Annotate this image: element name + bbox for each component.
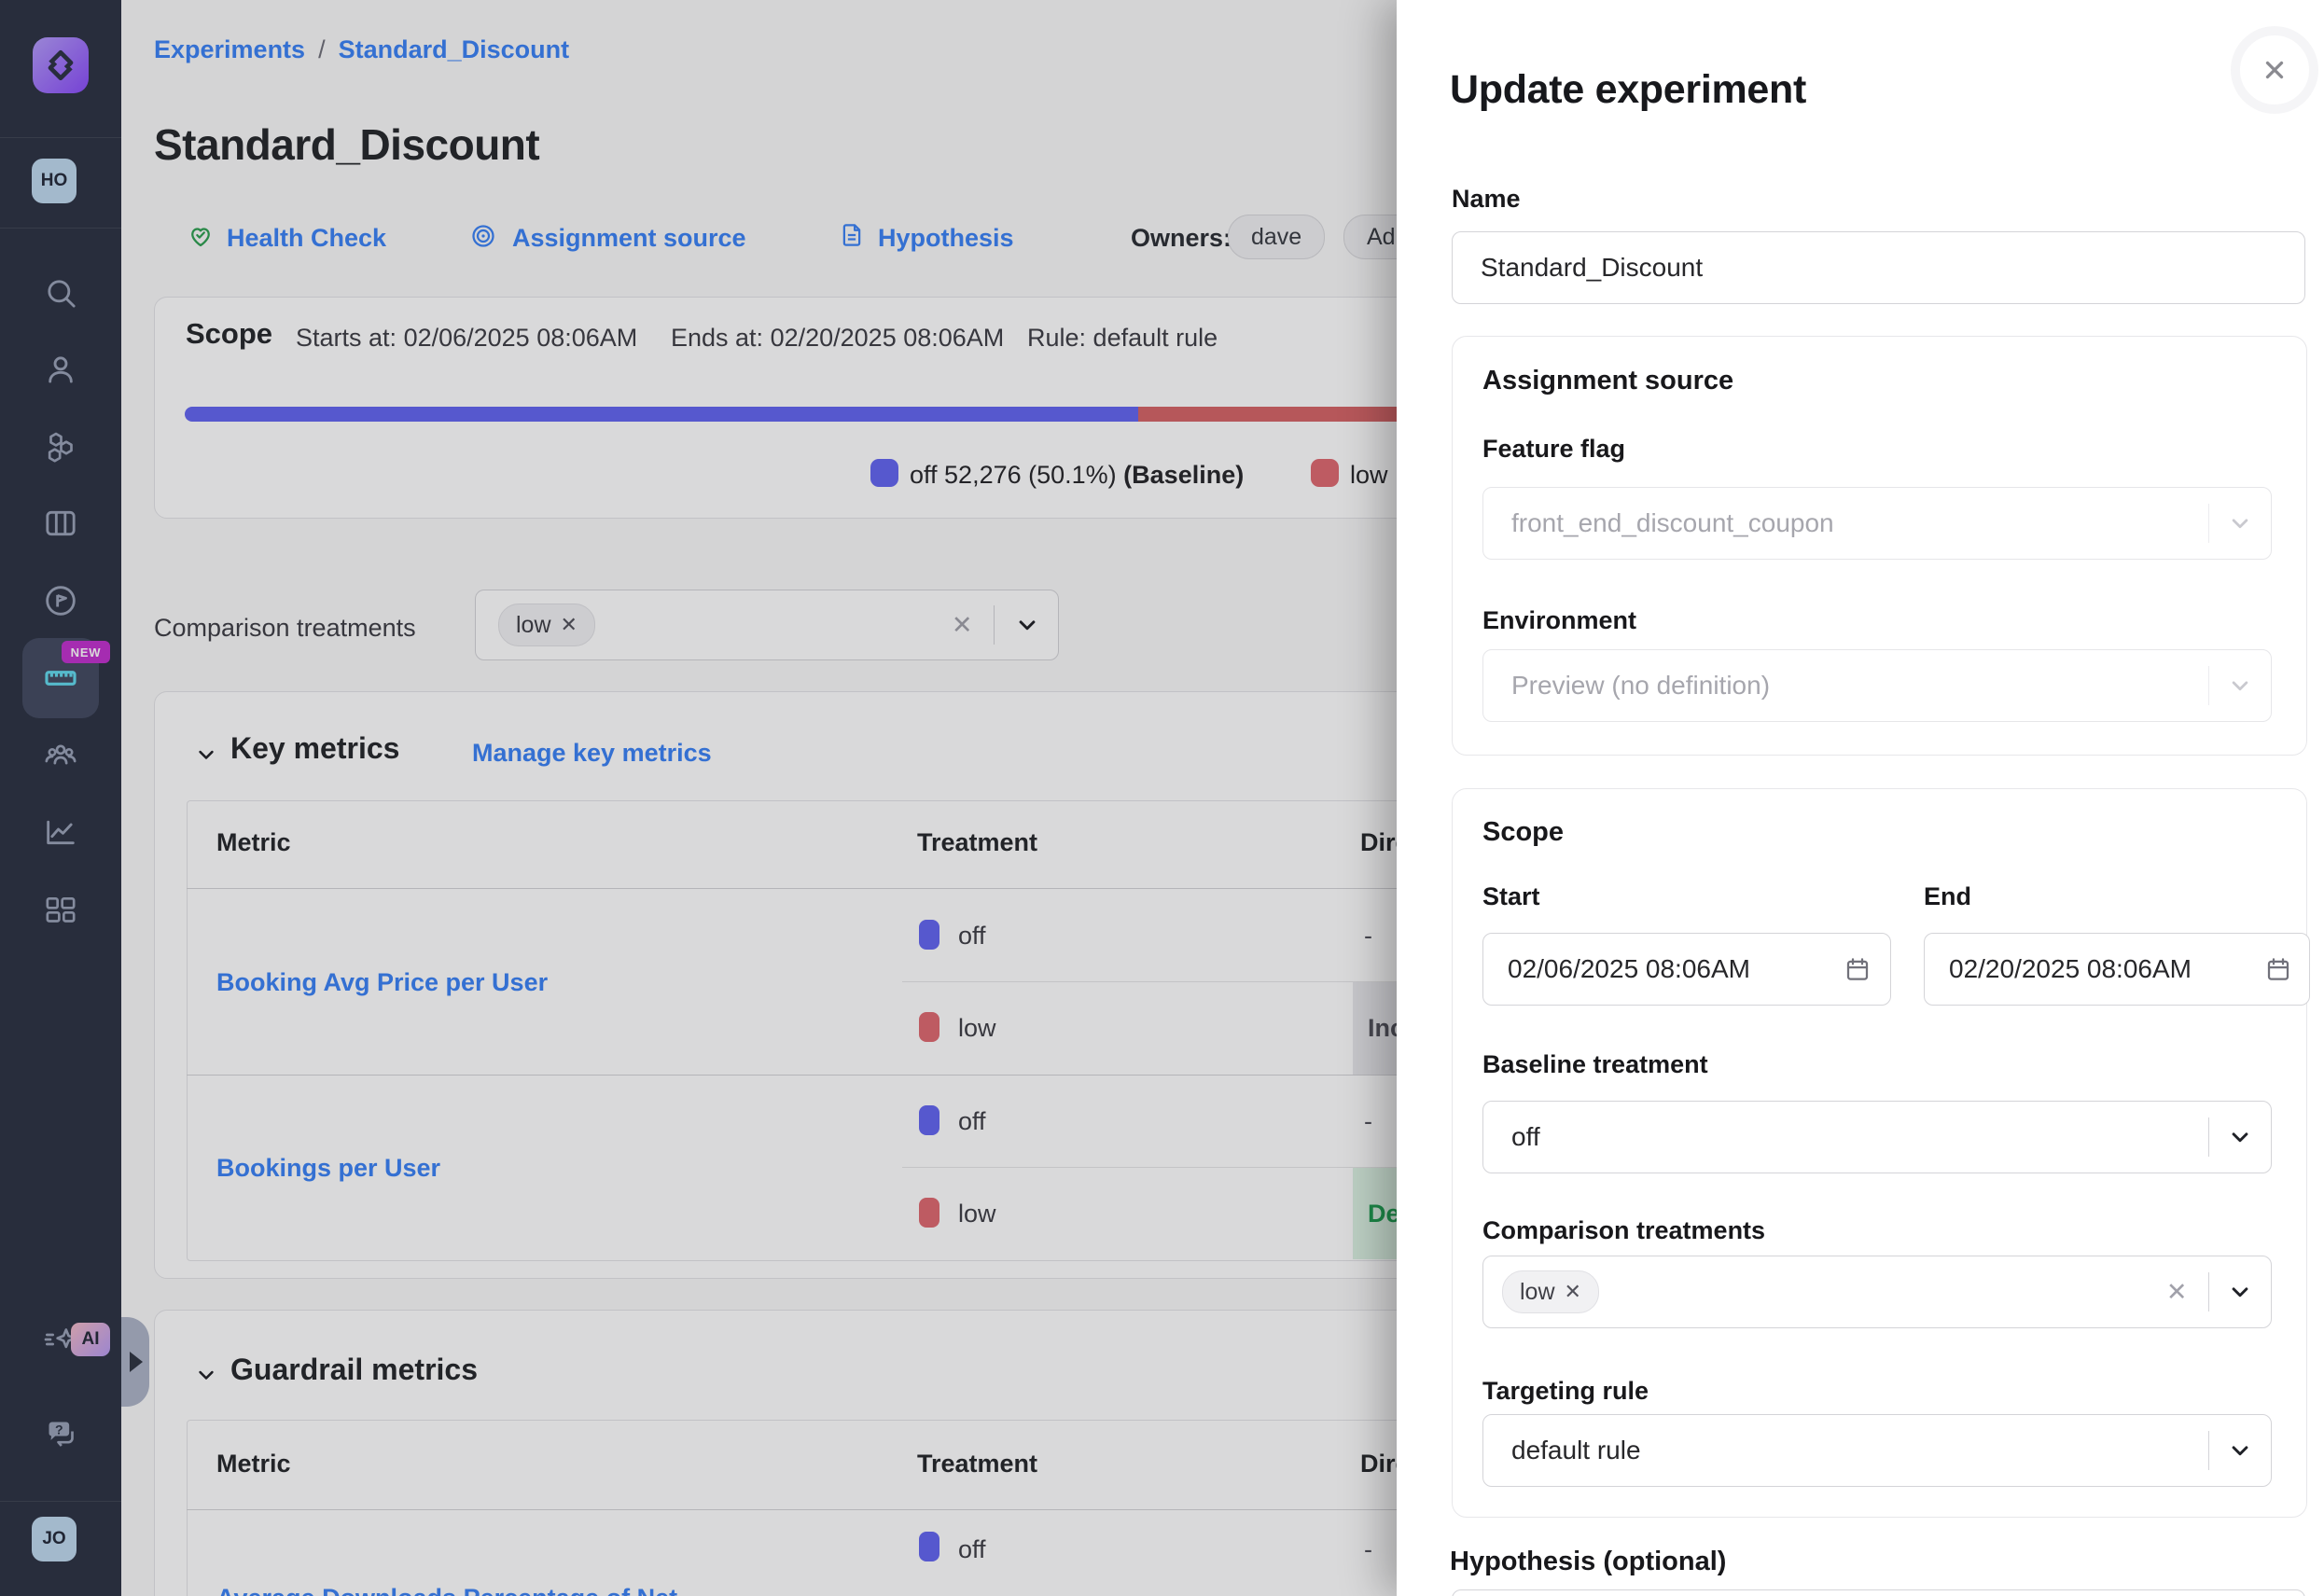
chevron-down-icon xyxy=(2209,509,2271,537)
environment-label: Environment xyxy=(1482,606,1636,635)
chevron-down-icon xyxy=(2209,1278,2271,1306)
clear-icon[interactable]: ✕ xyxy=(2166,1278,2188,1307)
close-icon xyxy=(2258,53,2291,87)
hypothesis-textarea[interactable] xyxy=(1452,1589,2305,1596)
chevron-down-icon xyxy=(2209,672,2271,700)
treatment-chip[interactable]: low ✕ xyxy=(1502,1270,1599,1313)
close-button[interactable] xyxy=(2231,26,2318,114)
environment-select[interactable]: Preview (no definition) xyxy=(1482,649,2272,722)
environment-value: Preview (no definition) xyxy=(1483,671,2208,701)
remove-icon[interactable]: ✕ xyxy=(1565,1280,1581,1304)
assignment-source-heading: Assignment source xyxy=(1482,366,1733,396)
feature-flag-value: front_end_discount_coupon xyxy=(1483,508,2208,538)
calendar-icon[interactable] xyxy=(2264,955,2292,983)
chevron-down-icon xyxy=(2209,1123,2271,1151)
hypothesis-optional-label: Hypothesis (optional) xyxy=(1450,1547,1726,1577)
end-label: End xyxy=(1924,882,1971,911)
experiment-page: HO NEW AI xyxy=(0,0,2324,1596)
start-date-input[interactable]: 02/06/2025 08:06AM xyxy=(1482,933,1891,1006)
feature-flag-select[interactable]: front_end_discount_coupon xyxy=(1482,487,2272,560)
end-date-value: 02/20/2025 08:06AM xyxy=(1925,954,2264,984)
drawer-scope-heading: Scope xyxy=(1482,817,1564,848)
calendar-icon[interactable] xyxy=(1844,955,1872,983)
name-label: Name xyxy=(1452,185,1521,214)
modal-scrim[interactable] xyxy=(0,0,1397,1596)
start-date-value: 02/06/2025 08:06AM xyxy=(1483,954,1844,984)
drawer-comparison-treatments-label: Comparison treatments xyxy=(1482,1216,1765,1245)
end-date-input[interactable]: 02/20/2025 08:06AM xyxy=(1924,933,2310,1006)
name-input[interactable]: Standard_Discount xyxy=(1452,231,2305,304)
targeting-rule-label: Targeting rule xyxy=(1482,1377,1649,1406)
feature-flag-label: Feature flag xyxy=(1482,435,1625,464)
name-input-value: Standard_Discount xyxy=(1453,253,1703,283)
treatment-chip-label: low xyxy=(1520,1279,1555,1306)
drawer-title: Update experiment xyxy=(1450,67,1806,113)
baseline-treatment-label: Baseline treatment xyxy=(1482,1050,1708,1079)
start-label: Start xyxy=(1482,882,1540,911)
baseline-treatment-value: off xyxy=(1483,1122,2208,1152)
baseline-treatment-select[interactable]: off xyxy=(1482,1101,2272,1173)
targeting-rule-select[interactable]: default rule xyxy=(1482,1414,2272,1487)
chevron-down-icon xyxy=(2209,1436,2271,1464)
drawer-comparison-treatments-select[interactable]: low ✕ ✕ xyxy=(1482,1256,2272,1328)
targeting-rule-value: default rule xyxy=(1483,1436,2208,1465)
